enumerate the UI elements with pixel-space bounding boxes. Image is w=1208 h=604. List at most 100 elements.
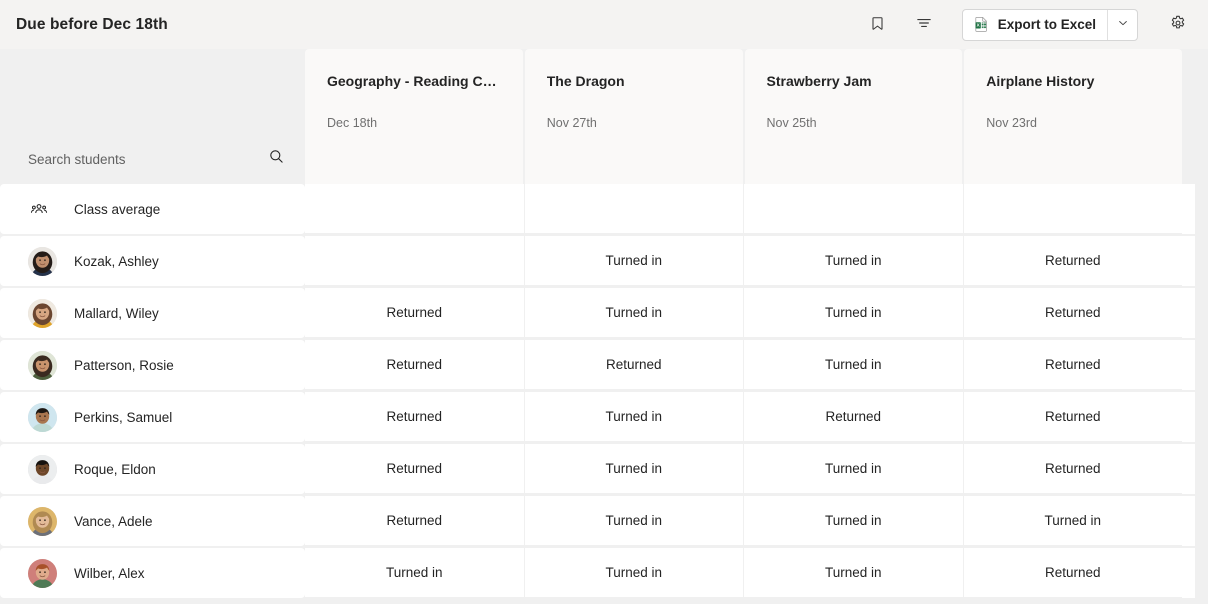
assignment-title: Strawberry Jam [767,73,941,91]
status-cell[interactable]: Turned in [744,236,964,285]
status-cell[interactable]: Turned in [525,236,745,285]
avatar [28,507,57,536]
student-name: Kozak, Ashley [74,254,159,269]
assignment-header-card[interactable]: Geography - Reading Coach Dec 18th [305,49,523,184]
class-average-row: Class average [0,184,1208,234]
table-row: Wilber, AlexTurned inTurned inTurned inR… [0,548,1208,598]
assignment-due-date: Nov 23rd [986,116,1160,130]
status-cell[interactable] [744,184,964,233]
avatar [28,351,57,380]
right-gutter [1195,288,1208,338]
search-icon[interactable] [268,148,285,170]
status-cell[interactable]: Turned in [744,340,964,389]
export-options-button[interactable] [1107,10,1137,40]
status-cell[interactable]: Returned [525,340,745,389]
search-pane [0,49,305,184]
avatar [28,403,57,432]
student-name: Patterson, Rosie [74,358,174,373]
status-cell[interactable]: Turned in [744,288,964,337]
status-cell[interactable] [525,184,745,233]
bookmark-button[interactable] [862,9,894,41]
chevron-down-icon [1117,17,1129,32]
status-cell[interactable]: Returned [964,444,1183,493]
filter-icon [915,14,933,35]
student-name: Mallard, Wiley [74,306,159,321]
right-gutter [1195,184,1208,234]
status-cell[interactable]: Returned [964,392,1183,441]
right-gutter [1195,392,1208,442]
status-cell[interactable]: Turned in [525,288,745,337]
assignment-due-date: Nov 27th [547,116,721,130]
assignment-title: Geography - Reading Coach [327,73,501,91]
right-gutter [1195,444,1208,494]
settings-button[interactable] [1162,9,1194,41]
right-gutter [1195,49,1208,184]
status-cell[interactable]: Returned [305,496,525,545]
export-to-excel-button[interactable]: X Export to Excel [963,10,1107,40]
student-name-cell[interactable]: Patterson, Rosie [0,340,305,390]
people-group-icon [28,195,50,224]
assignment-title: Airplane History [986,73,1160,91]
avatar [28,299,57,328]
status-cell[interactable]: Turned in [525,496,745,545]
right-gutter [1195,236,1208,286]
student-cells: Turned inTurned inTurned inReturned [305,548,1195,598]
status-cell[interactable]: Turned in [525,392,745,441]
filter-button[interactable] [908,9,940,41]
status-cell[interactable]: Returned [964,548,1183,597]
student-cells: ReturnedTurned inReturnedReturned [305,392,1195,442]
table-row: Patterson, RosieReturnedReturnedTurned i… [0,340,1208,390]
status-cell[interactable]: Turned in [305,548,525,597]
student-name-cell[interactable]: Roque, Eldon [0,444,305,494]
status-cell[interactable]: Returned [964,236,1183,285]
assignment-header-card[interactable]: Strawberry JamNov 25th [745,49,963,184]
grades-board: Geography - Reading Coach Dec 18th The Dra… [0,49,1208,604]
class-average-cells [305,184,1195,234]
assignment-title: The Dragon [547,73,721,91]
board-top-band: Geography - Reading Coach Dec 18th The Dra… [0,49,1208,184]
student-cells: ReturnedTurned inTurned inReturned [305,288,1195,338]
assignment-due-date: Dec 18th [327,116,501,130]
avatar [28,455,57,484]
status-cell[interactable]: Returned [964,340,1183,389]
status-cell[interactable] [964,184,1183,233]
status-cell[interactable]: Returned [305,444,525,493]
status-cell[interactable]: Returned [305,392,525,441]
excel-file-icon: X [973,16,990,33]
class-average-name-cell[interactable]: Class average [0,184,305,234]
assignment-headers: Geography - Reading Coach Dec 18th The Dra… [305,49,1195,184]
right-gutter [1195,496,1208,546]
table-row: Roque, EldonReturnedTurned inTurned inRe… [0,444,1208,494]
student-name-cell[interactable]: Vance, Adele [0,496,305,546]
search-input[interactable] [28,152,268,167]
student-name-cell[interactable]: Kozak, Ashley [0,236,305,286]
student-cells: ReturnedTurned inTurned inTurned in [305,496,1195,546]
status-cell[interactable] [305,184,525,233]
app-header: Due before Dec 18th [0,0,1208,49]
status-cell[interactable]: Returned [964,288,1183,337]
status-cell[interactable]: Turned in [744,444,964,493]
status-cell[interactable]: Turned in [525,444,745,493]
student-name-cell[interactable]: Wilber, Alex [0,548,305,598]
status-cell[interactable]: Returned [744,392,964,441]
right-gutter [1195,340,1208,390]
export-to-excel-split-button: X Export to Excel [962,9,1138,41]
grid-rows: Class averageKozak, AshleyTurned inTurne… [0,184,1208,598]
status-cell[interactable]: Returned [305,288,525,337]
assignment-header-card[interactable]: The Dragon Nov 27th [525,49,743,184]
status-cell[interactable]: Turned in [964,496,1183,545]
student-name: Wilber, Alex [74,566,145,581]
search-students-box[interactable] [0,148,305,184]
avatar [28,247,57,276]
status-cell[interactable]: Turned in [525,548,745,597]
table-row: Perkins, SamuelReturnedTurned inReturned… [0,392,1208,442]
status-cell[interactable]: Turned in [744,496,964,545]
right-gutter [1195,548,1208,598]
student-name-cell[interactable]: Perkins, Samuel [0,392,305,442]
status-cell[interactable]: Returned [305,340,525,389]
status-cell[interactable]: Turned in [744,548,964,597]
table-row: Vance, AdeleReturnedTurned inTurned inTu… [0,496,1208,546]
status-cell[interactable] [305,236,525,285]
assignment-header-card[interactable]: Airplane History Nov 23rd [964,49,1182,184]
student-name-cell[interactable]: Mallard, Wiley [0,288,305,338]
